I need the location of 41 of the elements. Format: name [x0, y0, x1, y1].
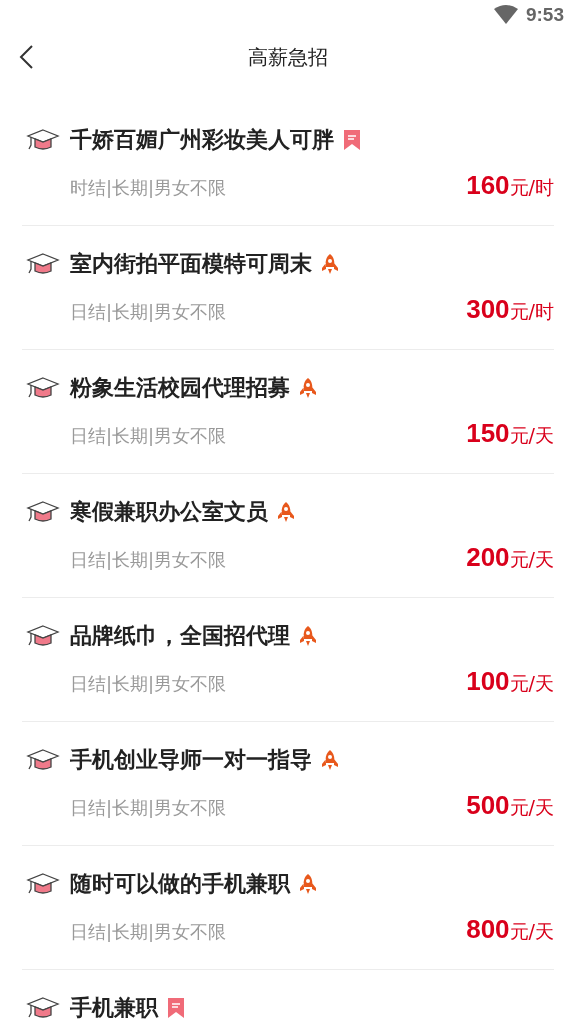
status-time: 9:53 — [525, 4, 564, 26]
job-title[interactable]: 室内街拍平面模特可周末 — [70, 249, 312, 279]
rocket-icon — [320, 749, 340, 771]
job-title[interactable]: 手机兼职 — [70, 993, 158, 1023]
job-title[interactable]: 品牌纸巾，全国招代理 — [70, 621, 290, 651]
job-tags: 时结|长期|男女不限 — [70, 176, 227, 200]
graduation-cap-icon — [26, 128, 60, 152]
job-title[interactable]: 寒假兼职办公室文员 — [70, 497, 268, 527]
graduation-cap-icon — [26, 748, 60, 772]
job-tags: 日结|长期|男女不限 — [70, 920, 227, 944]
graduation-cap-icon — [26, 624, 60, 648]
job-salary: 100元/天 — [466, 666, 554, 697]
job-salary: 200元/天 — [466, 542, 554, 573]
bookmark-icon — [166, 997, 186, 1019]
job-title[interactable]: 粉象生活校园代理招募 — [70, 373, 290, 403]
job-salary: 150元/天 — [466, 418, 554, 449]
graduation-cap-icon — [26, 996, 60, 1020]
rocket-icon — [298, 873, 318, 895]
job-salary: 800元/天 — [466, 914, 554, 945]
job-title[interactable]: 随时可以做的手机兼职 — [70, 869, 290, 899]
job-tags: 日结|长期|男女不限 — [70, 796, 227, 820]
wifi-icon — [493, 5, 518, 25]
page-title: 高薪急招 — [248, 43, 328, 71]
job-tags: 日结|长期|男女不限 — [70, 672, 227, 696]
job-salary: 160元/时 — [466, 170, 554, 201]
job-tags: 日结|长期|男女不限 — [70, 300, 227, 324]
bookmark-icon — [342, 129, 362, 151]
job-tags: 日结|长期|男女不限 — [70, 548, 227, 572]
job-title[interactable]: 手机创业导师一对一指导 — [70, 745, 312, 775]
job-title[interactable]: 千娇百媚广州彩妆美人可胖 — [70, 125, 334, 155]
graduation-cap-icon — [26, 252, 60, 276]
job-salary: 300元/时 — [466, 294, 554, 325]
job-tags: 日结|长期|男女不限 — [70, 424, 227, 448]
rocket-icon — [298, 377, 318, 399]
graduation-cap-icon — [26, 500, 60, 524]
job-salary: 500元/天 — [466, 790, 554, 821]
graduation-cap-icon — [26, 376, 60, 400]
graduation-cap-icon — [26, 872, 60, 896]
rocket-icon — [298, 625, 318, 647]
rocket-icon — [320, 253, 340, 275]
rocket-icon — [276, 501, 296, 523]
